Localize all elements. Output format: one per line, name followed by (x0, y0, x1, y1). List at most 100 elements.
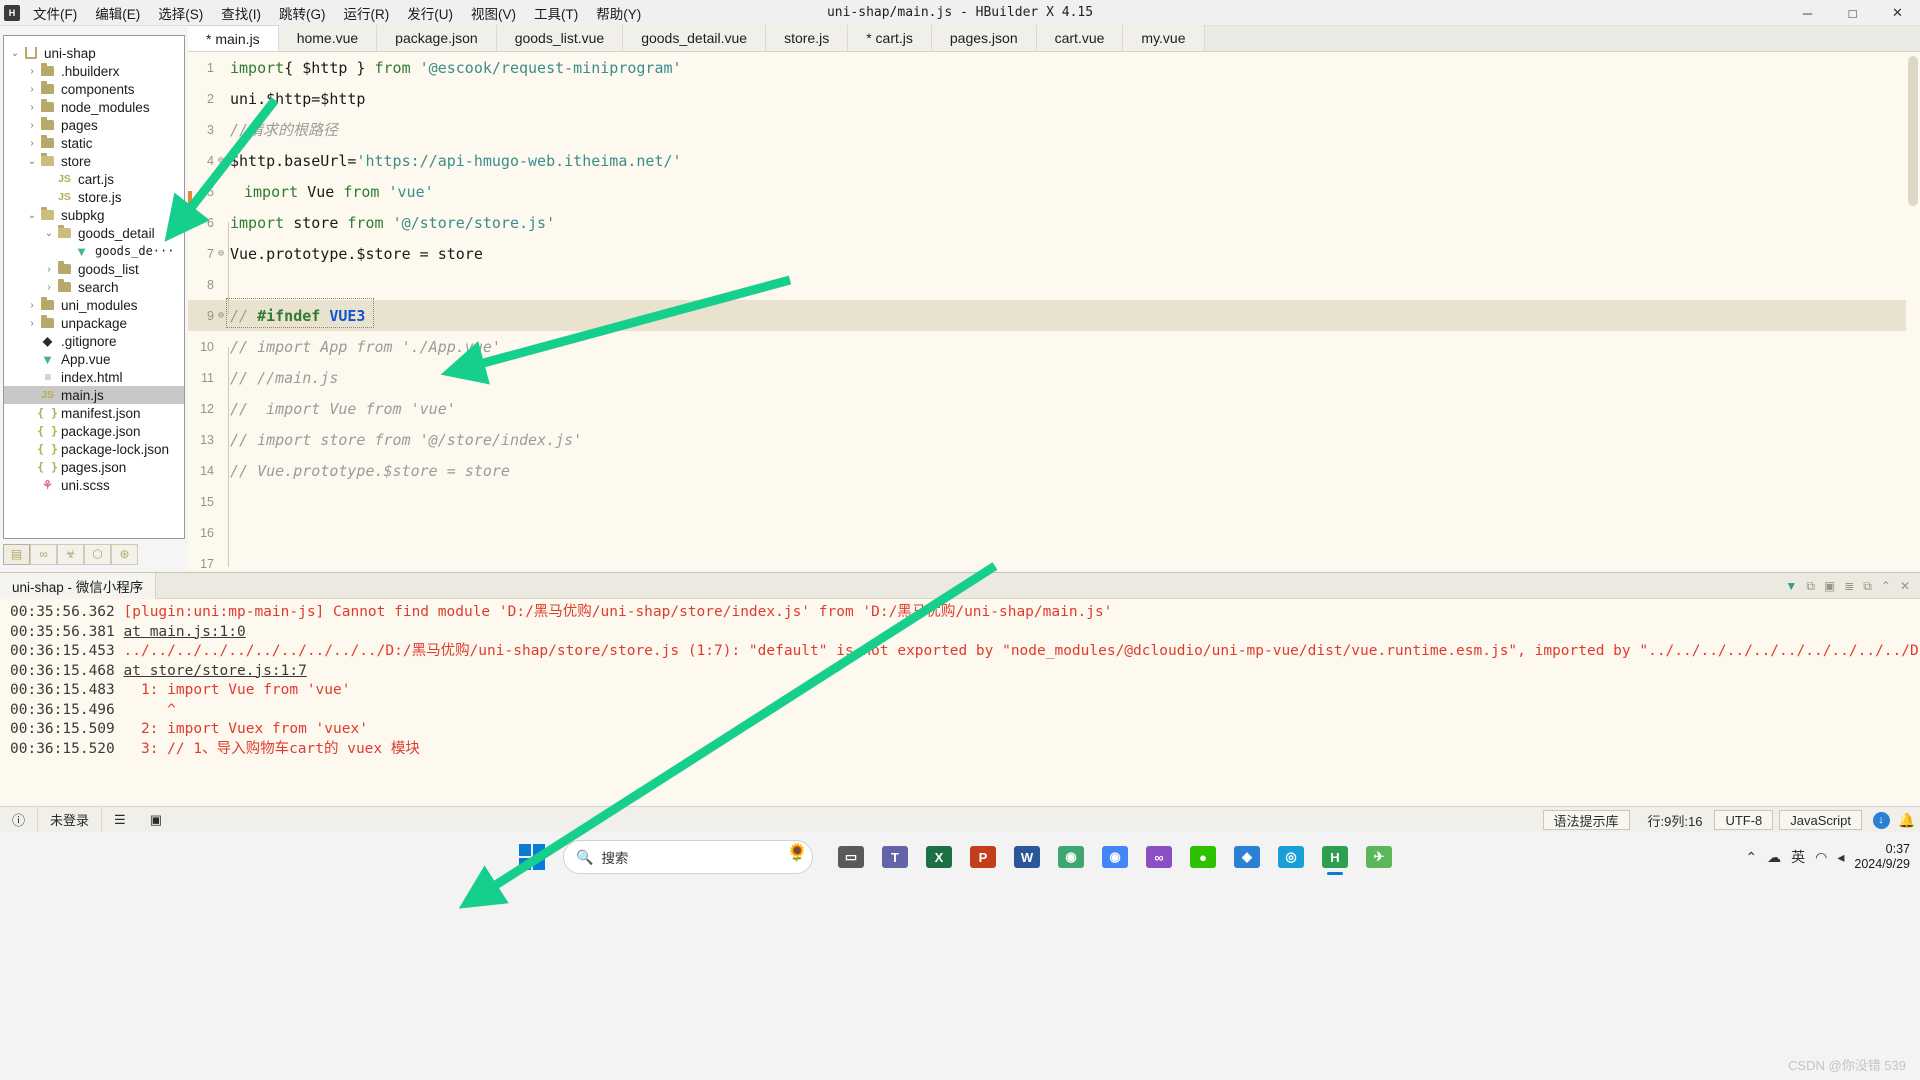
tree-item-uni-shap[interactable]: ⌄ uni-shap (4, 44, 184, 62)
chrome-dev-icon[interactable]: ◉ (1049, 837, 1093, 877)
tree-item-uni-modules[interactable]: › uni_modules (4, 296, 184, 314)
code-line-2[interactable]: 2 uni.$http=$http (188, 83, 1920, 114)
terminal-toggle-icon[interactable]: ▣ (138, 807, 174, 833)
wechat-icon[interactable]: ● (1181, 837, 1225, 877)
tree-item-goods-detail[interactable]: ⌄ goods_detail (4, 224, 184, 242)
collapse-panel-icon[interactable]: ⌃ (1881, 579, 1891, 593)
editor-tab-0[interactable]: * main.js (188, 25, 279, 51)
cursor-position[interactable]: 行:9列:16 (1636, 807, 1715, 833)
tree-item-store-js[interactable]: JS store.js (4, 188, 184, 206)
task-view-icon[interactable]: ▭ (829, 837, 873, 877)
notification-bell-icon[interactable]: 🔔 (1894, 809, 1920, 831)
chevron-right-icon[interactable]: › (25, 138, 39, 149)
chevron-right-icon[interactable]: › (25, 300, 39, 311)
minimize-button[interactable]: ─ (1785, 0, 1830, 26)
tree-item-manifest-json[interactable]: { } manifest.json (4, 404, 184, 422)
split-panel-icon[interactable]: ⧉ (1863, 579, 1872, 594)
powerpoint-icon[interactable]: P (961, 837, 1005, 877)
stop-icon[interactable]: ▣ (1824, 579, 1835, 593)
code-line-16[interactable]: 16 (188, 517, 1920, 548)
tree-item-pages[interactable]: › pages (4, 116, 184, 134)
word-icon[interactable]: W (1005, 837, 1049, 877)
download-icon[interactable]: ↓ (1868, 809, 1894, 831)
tree-item-goods-de---[interactable]: ▼ goods_de··· (4, 242, 184, 260)
chevron-right-icon[interactable]: › (42, 282, 56, 293)
excel-icon[interactable]: X (917, 837, 961, 877)
encoding-button[interactable]: UTF-8 (1714, 810, 1774, 830)
edge-icon[interactable]: ◎ (1269, 837, 1313, 877)
close-panel-icon[interactable]: ✕ (1900, 579, 1910, 593)
tree-item-node-modules[interactable]: › node_modules (4, 98, 184, 116)
chevron-right-icon[interactable]: › (25, 66, 39, 77)
menu-item-2[interactable]: 选择(S) (149, 0, 212, 26)
chevron-right-icon[interactable]: › (42, 264, 56, 275)
tree-item-main-js[interactable]: JS main.js (4, 386, 184, 404)
taskbar-clock[interactable]: 0:37 2024/9/29 (1854, 842, 1910, 872)
search-binoculars-icon[interactable]: ∞ (30, 543, 57, 565)
console-tab[interactable]: uni-shap - 微信小程序 (0, 572, 157, 599)
menu-item-9[interactable]: 帮助(Y) (587, 0, 650, 26)
maximize-button[interactable]: □ (1830, 0, 1875, 26)
console-link[interactable]: at main.js:1:0 (124, 624, 246, 640)
code-line-8[interactable]: 8 (188, 269, 1920, 300)
tree-item--hbuilderx[interactable]: › .hbuilderx (4, 62, 184, 80)
clear-console-icon[interactable]: ⧉ (1806, 579, 1815, 594)
chevron-down-icon[interactable]: ⌄ (25, 210, 39, 221)
editor-tab-8[interactable]: cart.vue (1036, 25, 1124, 51)
code-line-11[interactable]: 11 // //main.js (188, 362, 1920, 393)
filter-funnel-icon[interactable]: ▼ (1785, 579, 1797, 593)
tree-item-static[interactable]: › static (4, 134, 184, 152)
tree-item-subpkg[interactable]: ⌄ subpkg (4, 206, 184, 224)
menu-item-1[interactable]: 编辑(E) (86, 0, 149, 26)
vs-icon[interactable]: ∞ (1137, 837, 1181, 877)
editor-tab-5[interactable]: store.js (766, 25, 849, 51)
code-lines[interactable]: 1 import{ $http } from '@escook/request-m… (188, 52, 1920, 570)
debug-bug-icon[interactable]: ☣ (57, 543, 84, 565)
tree-item-index-html[interactable]: ≡ index.html (4, 368, 184, 386)
tree-item-search[interactable]: › search (4, 278, 184, 296)
hbuilderx-icon[interactable]: H (1313, 837, 1357, 877)
code-line-17[interactable]: 17 (188, 548, 1920, 571)
code-fold-icon[interactable]: ⊖ (214, 248, 228, 259)
scrollbar-thumb[interactable] (1908, 56, 1918, 206)
tray-chevron-icon[interactable]: ⌃ (1745, 849, 1757, 866)
code-line-5[interactable]: 5 import Vue from 'vue' (188, 176, 1920, 207)
editor-tab-6[interactable]: * cart.js (848, 25, 932, 51)
code-line-12[interactable]: 12 // import Vue from 'vue' (188, 393, 1920, 424)
chevron-right-icon[interactable]: › (25, 102, 39, 113)
terminal-icon[interactable]: ⬡ (84, 543, 111, 565)
editor-tab-9[interactable]: my.vue (1123, 25, 1205, 51)
menu-item-3[interactable]: 查找(I) (212, 0, 270, 26)
tree-item-pages-json[interactable]: { } pages.json (4, 458, 184, 476)
wechat-devtool-icon[interactable]: ✈ (1357, 837, 1401, 877)
extension-icon[interactable]: ⊛ (111, 543, 138, 565)
tree-item-app-vue[interactable]: ▼ App.vue (4, 350, 184, 368)
menu-item-5[interactable]: 运行(R) (335, 0, 399, 26)
tree-item-package-lock-json[interactable]: { } package-lock.json (4, 440, 184, 458)
editor-tab-3[interactable]: goods_list.vue (496, 25, 624, 51)
code-fold-icon[interactable]: ⊖ (214, 155, 228, 166)
tree-item-goods-list[interactable]: › goods_list (4, 260, 184, 278)
tree-item-components[interactable]: › components (4, 80, 184, 98)
code-line-1[interactable]: 1 import{ $http } from '@escook/request-m… (188, 52, 1920, 83)
tray-cloud-icon[interactable]: ☁ (1767, 849, 1781, 866)
outline-toggle-icon[interactable]: ☰ (102, 807, 138, 833)
wrap-lines-icon[interactable]: ≣ (1844, 579, 1854, 593)
login-status[interactable]: 未登录 (38, 807, 101, 833)
code-line-6[interactable]: 6 import store from '@/store/store.js' (188, 207, 1920, 238)
code-line-7[interactable]: 7 ⊖ Vue.prototype.$store = store (188, 238, 1920, 269)
menu-item-8[interactable]: 工具(T) (525, 0, 587, 26)
tree-item-cart-js[interactable]: JS cart.js (4, 170, 184, 188)
tree-item--gitignore[interactable]: ◆ .gitignore (4, 332, 184, 350)
chevron-right-icon[interactable]: › (25, 84, 39, 95)
syntax-hint-button[interactable]: 语法提示库 (1542, 810, 1630, 830)
chrome-icon[interactable]: ◉ (1093, 837, 1137, 877)
chevron-right-icon[interactable]: › (25, 120, 39, 131)
code-line-9[interactable]: 9 ⊖// #ifndef VUE3 (188, 300, 1920, 331)
code-line-4[interactable]: 4 ⊖ $http.baseUrl='https://api-hmugo-web.i… (188, 145, 1920, 176)
start-button-icon[interactable] (519, 844, 545, 870)
chevron-down-icon[interactable]: ⌄ (8, 48, 22, 59)
status-info-icon[interactable]: ⓘ (0, 807, 37, 833)
tray-volume-icon[interactable]: ◂ (1837, 849, 1844, 866)
teams-icon[interactable]: T (873, 837, 917, 877)
